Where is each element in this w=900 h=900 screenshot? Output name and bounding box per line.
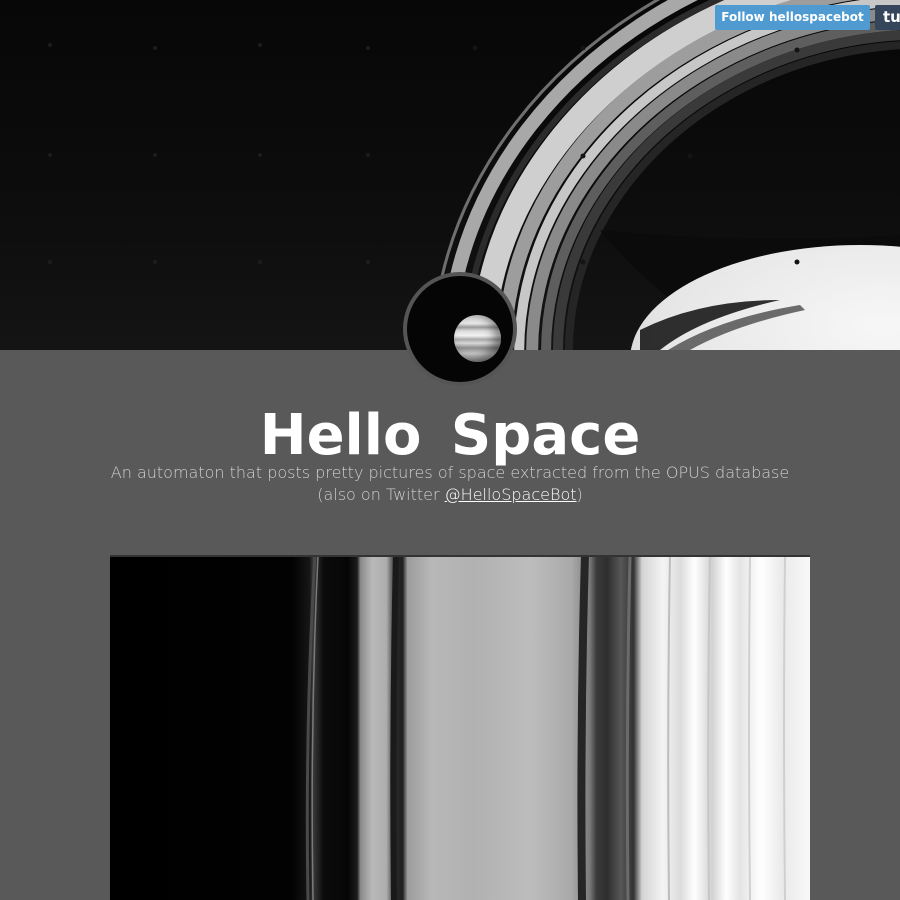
saturn-rings-closeup-image bbox=[110, 555, 810, 900]
jupiter-avatar-icon bbox=[454, 315, 501, 362]
post-image[interactable] bbox=[110, 555, 810, 900]
tumblr-logo-icon[interactable]: tu bbox=[875, 5, 900, 30]
avatar-image bbox=[407, 276, 513, 382]
twitter-link[interactable]: @HelloSpaceBot bbox=[445, 485, 577, 504]
follow-button[interactable]: Follow hellospacebot bbox=[715, 5, 870, 30]
blog-avatar[interactable] bbox=[403, 272, 517, 386]
description-suffix: ) bbox=[576, 485, 583, 504]
description-prefix: (also on Twitter bbox=[317, 485, 445, 504]
description-line-2: (also on Twitter @HelloSpaceBot) bbox=[0, 484, 900, 506]
description-line-1: An automaton that posts pretty pictures … bbox=[110, 463, 790, 482]
blog-description: An automaton that posts pretty pictures … bbox=[0, 462, 900, 506]
